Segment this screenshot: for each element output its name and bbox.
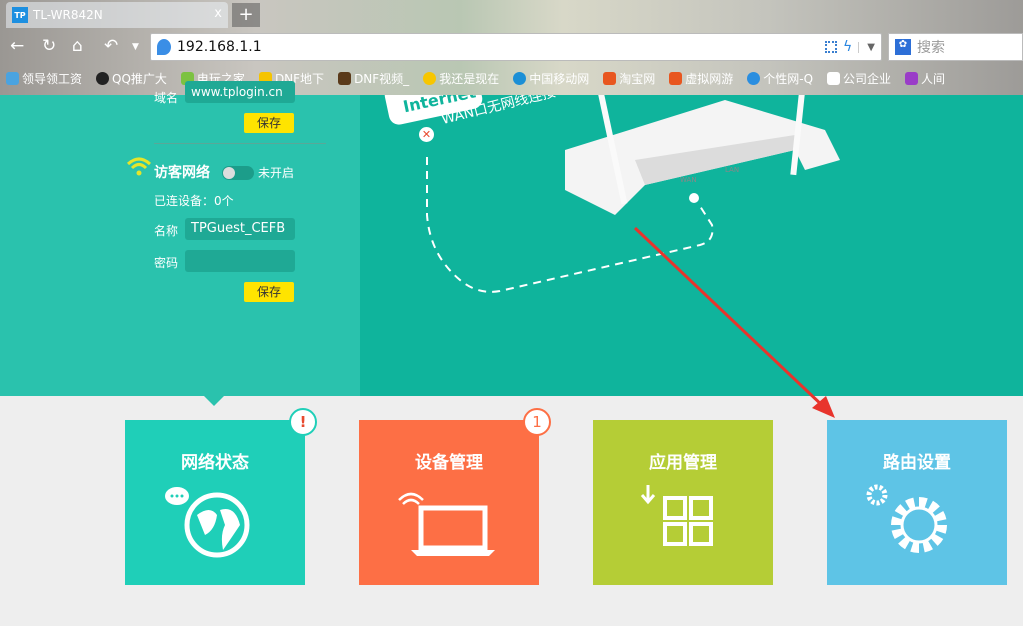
tile-device-management[interactable]: 设备管理 1	[359, 420, 539, 585]
tile-label: 应用管理	[593, 448, 773, 473]
count-badge: 1	[523, 408, 551, 436]
tile-label: 网络状态	[125, 448, 305, 473]
globe-chat-icon	[125, 480, 305, 580]
tile-label: 设备管理	[359, 448, 539, 473]
laptop-wifi-icon	[359, 480, 539, 580]
gear-icon	[827, 480, 1007, 580]
apps-grid-icon	[593, 480, 773, 580]
alert-badge: !	[289, 408, 317, 436]
tile-network-status[interactable]: 网络状态 !	[125, 420, 305, 585]
tile-app-management[interactable]: 应用管理	[593, 420, 773, 585]
tile-label: 路由设置	[827, 448, 1007, 473]
tile-router-settings[interactable]: 路由设置	[827, 420, 1007, 585]
